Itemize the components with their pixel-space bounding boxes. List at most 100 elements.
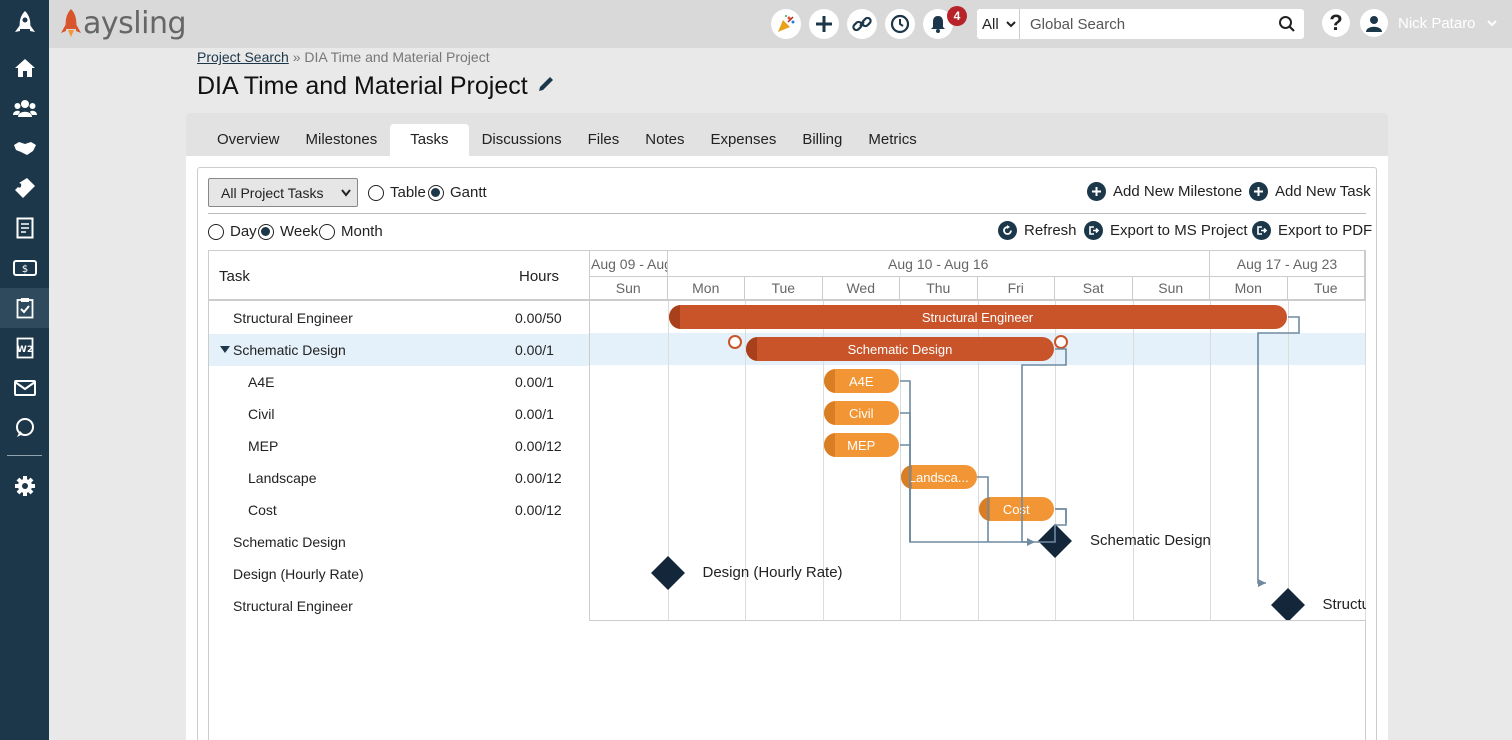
scale-day-label: Wed: [822, 277, 900, 301]
collapse-toggle-icon[interactable]: [220, 346, 230, 353]
rocket-icon[interactable]: [0, 4, 49, 44]
celebrate-button[interactable]: [771, 9, 801, 39]
scale-day-label: Day: [230, 223, 257, 240]
tab-billing[interactable]: Billing: [789, 124, 855, 157]
help-button[interactable]: ?: [1322, 9, 1350, 37]
search-input[interactable]: [1030, 15, 1270, 33]
view-gantt-radio[interactable]: Gantt: [428, 184, 487, 201]
money-icon[interactable]: $: [0, 248, 49, 288]
people-icon[interactable]: [0, 88, 49, 128]
task-row[interactable]: A4E 0.00/1: [209, 366, 589, 398]
export-icon: [1084, 221, 1103, 240]
gear-icon[interactable]: [0, 466, 49, 506]
export-ms-project-button[interactable]: Export to MS Project: [1084, 221, 1248, 240]
task-row[interactable]: MEP 0.00/12: [209, 430, 589, 462]
support-icon[interactable]: [0, 408, 49, 448]
pencil-icon[interactable]: [536, 74, 556, 94]
dependency-link[interactable]: [900, 380, 1027, 543]
home-icon[interactable]: [0, 48, 49, 88]
export-icon: [1252, 221, 1271, 240]
task-row[interactable]: Landscape 0.00/12: [209, 462, 589, 494]
tab-discussions[interactable]: Discussions: [469, 124, 575, 157]
radio-month-circle[interactable]: [319, 223, 335, 240]
task-hours: 0.00/12: [515, 438, 562, 454]
dependency-link[interactable]: [1021, 348, 1067, 543]
search-scope-value: All: [982, 15, 999, 33]
breadcrumb-project-search[interactable]: Project Search: [197, 49, 289, 65]
tasks-icon[interactable]: [0, 288, 49, 328]
task-row[interactable]: Civil 0.00/1: [209, 398, 589, 430]
scale-week-label: Aug 10 - Aug 16: [667, 251, 1210, 277]
dependency-links: [900, 316, 1300, 587]
task-name: Design (Hourly Rate): [233, 566, 364, 582]
column-header-hours[interactable]: Hours: [519, 268, 559, 285]
view-table-radio[interactable]: Table: [368, 184, 426, 201]
export-pdf-label: Export to PDF: [1278, 222, 1373, 239]
question-icon: ?: [1329, 10, 1343, 35]
history-button[interactable]: [885, 9, 915, 39]
logo-text: aysling: [83, 5, 187, 41]
add-task-button[interactable]: Add New Task: [1249, 182, 1371, 201]
dependency-link[interactable]: [1027, 508, 1067, 543]
chevron-down-icon: [341, 188, 351, 197]
view-table-label: Table: [390, 184, 426, 201]
tab-notes[interactable]: Notes: [632, 124, 697, 157]
task-filter-select[interactable]: All Project Tasks: [208, 178, 358, 207]
handshake-icon[interactable]: [0, 128, 49, 168]
logo[interactable]: aysling: [60, 5, 187, 41]
tab-metrics[interactable]: Metrics: [855, 124, 929, 157]
task-name: Cost: [248, 502, 277, 518]
add-task-label: Add New Task: [1275, 183, 1371, 200]
task-name: Civil: [248, 406, 275, 422]
export-pdf-button[interactable]: Export to PDF: [1252, 221, 1372, 240]
scale-month-label: Month: [341, 223, 383, 240]
ticket-icon[interactable]: [0, 168, 49, 208]
task-row[interactable]: Design (Hourly Rate): [209, 558, 589, 590]
tab-overview[interactable]: Overview: [204, 124, 293, 157]
tab-tasks[interactable]: Tasks: [390, 124, 469, 157]
dependency-link[interactable]: [977, 476, 989, 542]
dependency-link[interactable]: [900, 444, 911, 542]
task-name: Schematic Design: [233, 342, 346, 358]
column-header-task[interactable]: Task: [219, 268, 250, 285]
task-row[interactable]: Cost 0.00/12: [209, 494, 589, 526]
radio-table-circle[interactable]: [368, 184, 384, 201]
scale-week-label: Week: [280, 223, 319, 240]
scale-week-radio[interactable]: Week: [258, 223, 318, 240]
mail-icon[interactable]: [0, 368, 49, 408]
view-gantt-label: Gantt: [450, 184, 487, 201]
task-hours: 0.00/1: [515, 406, 554, 422]
scale-day-label: Sun: [590, 277, 668, 301]
link-icon: [852, 16, 872, 32]
toolbar-divider: [208, 213, 1366, 214]
task-row[interactable]: Schematic Design 0.00/1: [209, 334, 589, 366]
task-name: A4E: [248, 374, 275, 390]
add-milestone-button[interactable]: Add New Milestone: [1087, 182, 1242, 201]
scale-day-radio[interactable]: Day: [208, 223, 257, 240]
w2-icon[interactable]: W2: [0, 328, 49, 368]
dependency-link[interactable]: [1257, 316, 1300, 584]
radio-gantt-circle[interactable]: [428, 184, 444, 201]
add-button[interactable]: [809, 9, 839, 39]
task-row[interactable]: Schematic Design: [209, 526, 589, 558]
tab-expenses[interactable]: Expenses: [697, 124, 789, 157]
tab-milestones[interactable]: Milestones: [293, 124, 391, 157]
radio-day-circle[interactable]: [208, 223, 224, 240]
link-button[interactable]: [847, 9, 877, 39]
global-search: [1020, 9, 1304, 39]
user-icon: [1366, 16, 1382, 32]
plus-circle-icon: [1087, 182, 1106, 201]
dependency-link[interactable]: [1055, 508, 1067, 523]
search-scope-select[interactable]: All: [977, 9, 1020, 39]
refresh-button[interactable]: Refresh: [998, 221, 1077, 240]
task-row[interactable]: Structural Engineer: [209, 590, 589, 622]
radio-week-circle[interactable]: [258, 223, 274, 240]
user-menu[interactable]: Nick Pataro: [1360, 9, 1498, 37]
scale-month-radio[interactable]: Month: [319, 223, 383, 240]
bell-icon: [931, 16, 945, 33]
invoice-icon[interactable]: [0, 208, 49, 248]
dependency-link[interactable]: [900, 412, 911, 542]
tab-files[interactable]: Files: [575, 124, 633, 157]
search-icon[interactable]: [1278, 15, 1296, 33]
task-row[interactable]: Structural Engineer 0.00/50: [209, 302, 589, 334]
